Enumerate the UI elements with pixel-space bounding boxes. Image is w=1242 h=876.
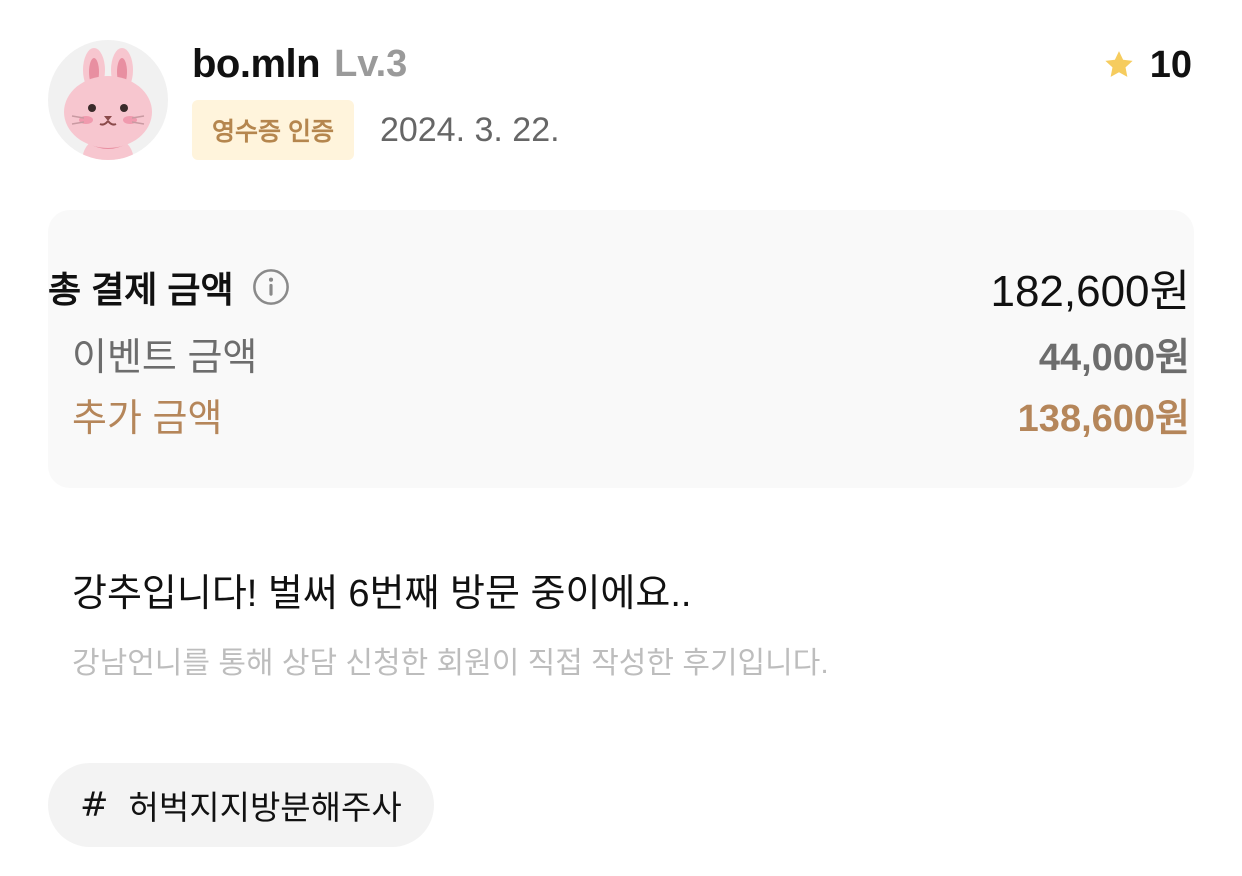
extra-amount-value: 138,600원 [1017, 397, 1190, 440]
user-avatar[interactable] [48, 40, 168, 160]
event-amount-label: 이벤트 금액 [72, 336, 258, 379]
event-amount-row: 이벤트 금액 44,000원 [0, 325, 1242, 381]
review-disclaimer: 강남언니를 통해 상담 신청한 회원이 직접 작성한 후기입니다. [72, 647, 829, 680]
hashtag-chip[interactable]: # 허벅지지방분해주사 [48, 763, 434, 847]
username[interactable]: bo.mln [192, 42, 321, 87]
receipt-verified-badge: 영수증 인증 [192, 100, 354, 160]
user-level: Lv.3 [334, 42, 408, 85]
bunny-avatar-icon [64, 48, 152, 160]
rating: 10 [1102, 42, 1192, 88]
star-icon [1105, 51, 1133, 77]
total-payment-amount: 182,600원 [990, 267, 1190, 316]
user-line: bo.mln Lv.3 [192, 40, 407, 88]
review-title: 강추입니다! 벌써 6번째 방문 중이에요.. [72, 573, 692, 615]
review-meta: 영수증 인증 2024. 3. 22. [192, 100, 560, 160]
extra-amount-row: 추가 금액 138,600원 [0, 386, 1242, 442]
review-date: 2024. 3. 22. [379, 110, 560, 149]
event-amount-value: 44,000원 [1038, 336, 1190, 379]
info-icon[interactable] [252, 268, 290, 306]
extra-amount-label: 추가 금액 [72, 397, 223, 440]
rating-value: 10 [1149, 43, 1192, 86]
hashtag-label: 허벅지지방분해주사 [128, 789, 402, 826]
total-payment-label: 총 결제 금액 [48, 269, 234, 310]
hashtag-icon: # [80, 785, 109, 825]
total-payment-row: 총 결제 금액 182,600원 [0, 259, 1242, 316]
